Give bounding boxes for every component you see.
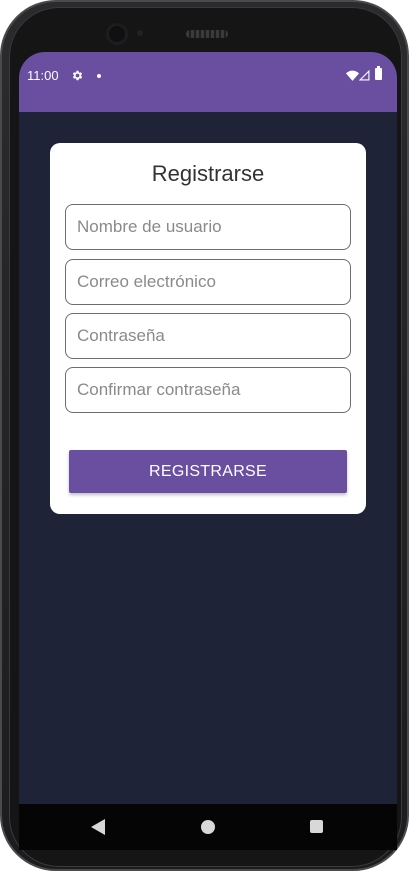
camera-sensor: [137, 30, 143, 36]
confirm-password-field: [65, 367, 351, 413]
navigation-bar: [19, 804, 397, 850]
earpiece-speaker: [186, 30, 228, 38]
email-input[interactable]: [66, 260, 350, 304]
battery-icon: [375, 66, 382, 80]
confirm-password-input[interactable]: [66, 368, 350, 412]
register-card: Registrarse REGISTRARSE: [50, 143, 366, 514]
notification-dot-icon: [97, 74, 101, 78]
register-button[interactable]: REGISTRARSE: [69, 450, 347, 493]
wifi-icon: [346, 70, 359, 81]
email-field: [65, 259, 351, 305]
status-bar: 11:00: [19, 52, 397, 112]
home-icon[interactable]: [201, 820, 215, 834]
recents-icon[interactable]: [310, 820, 323, 833]
signal-icon: [359, 70, 370, 81]
password-input[interactable]: [66, 314, 350, 358]
front-camera: [109, 26, 125, 42]
register-title: Registrarse: [151, 161, 265, 186]
gear-icon: [72, 70, 83, 81]
password-field: [65, 313, 351, 359]
username-field: [65, 204, 351, 250]
back-icon[interactable]: [91, 819, 105, 835]
phone-frame: 11:00 Registrarse REGISTRAR: [0, 0, 409, 871]
status-time: 11:00: [27, 68, 59, 83]
username-input[interactable]: [66, 205, 350, 249]
